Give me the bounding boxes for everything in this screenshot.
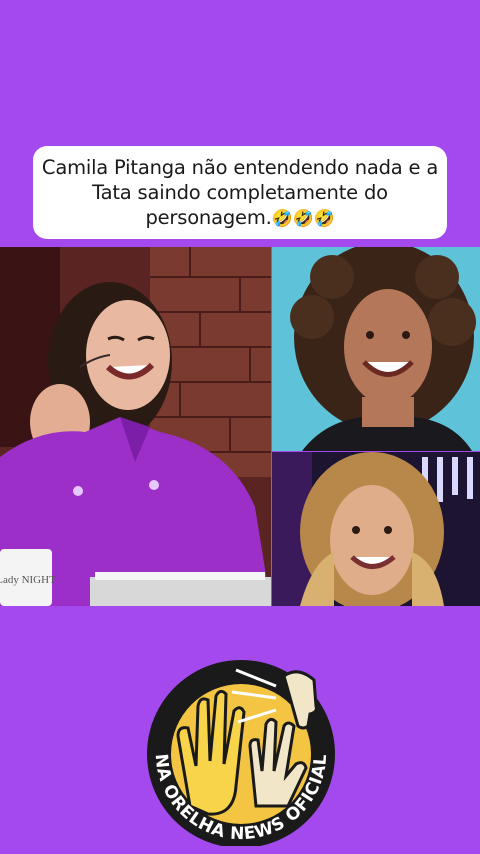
guest-2-photo — [272, 452, 480, 606]
guest-1-photo — [272, 247, 480, 451]
video-panel-host[interactable]: Lady NIGHT — [0, 247, 271, 606]
video-panel-guest-1[interactable] — [272, 247, 480, 451]
na-orelha-news-logo: NA ORELHA NEWS OFICIAL — [138, 656, 344, 848]
caption-text: Camila Pitanga não entendendo nada e a T… — [41, 156, 439, 229]
laughing-emoji-icon: 🤣🤣🤣 — [271, 209, 335, 229]
host-photo: Lady NIGHT — [0, 247, 271, 606]
video-panel-guest-2[interactable] — [272, 452, 480, 606]
show-logo-text: Lady NIGHT — [0, 574, 56, 586]
post-caption: Camila Pitanga não entendendo nada e a T… — [33, 146, 447, 239]
whispering-hands-icon: NA ORELHA NEWS OFICIAL — [147, 660, 335, 848]
